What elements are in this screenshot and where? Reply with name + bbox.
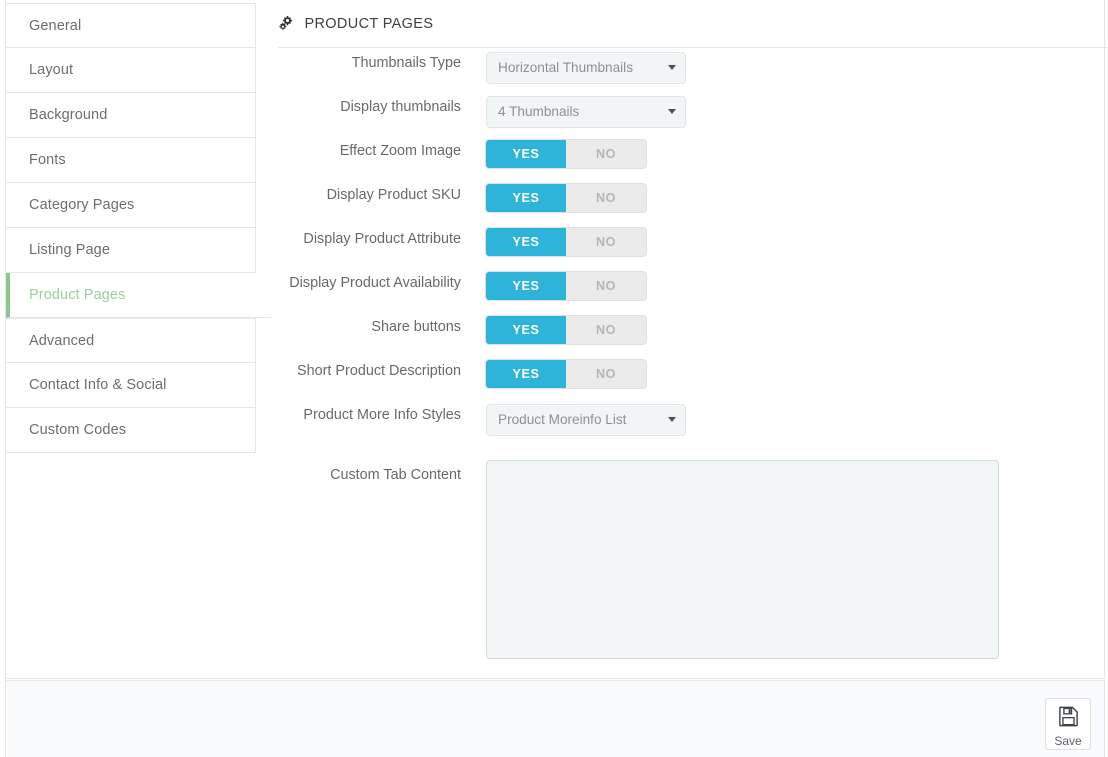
sidebar-item-product-pages[interactable]: Product Pages xyxy=(6,273,271,318)
sidebar-nav-list: General Layout Background Fonts Category Pag… xyxy=(6,3,271,453)
effect-zoom-image-toggle[interactable]: YES NO xyxy=(486,140,646,168)
sidebar-item-listing-page[interactable]: Listing Page xyxy=(6,228,256,273)
sidebar-item-label: Custom Codes xyxy=(29,422,127,438)
sidebar-item-layout[interactable]: Layout xyxy=(6,48,256,93)
display-product-availability-toggle[interactable]: YES NO xyxy=(486,272,646,300)
product-more-info-styles-select[interactable]: Product Moreinfo List xyxy=(486,404,686,436)
sidebar-item-label: Background xyxy=(29,107,108,123)
settings-sidebar: General Layout Background Fonts Category Pag… xyxy=(6,3,271,643)
sidebar-item-contact-info-social[interactable]: Contact Info & Social xyxy=(6,363,256,408)
thumbnails-type-selected-value: Horizontal Thumbnails xyxy=(498,60,633,75)
field-label-product-more-info-styles: Product More Info Styles xyxy=(303,407,461,423)
field-label-short-product-description: Short Product Description xyxy=(297,363,461,379)
share-buttons-toggle-yes[interactable]: YES xyxy=(486,316,566,344)
page-title: PRODUCT PAGES xyxy=(304,16,434,32)
form-row-share-buttons: Share buttons YES NO xyxy=(258,316,1104,360)
field-wrapper-display-product-attribute: YES NO xyxy=(486,228,646,256)
sidebar-item-label: Category Pages xyxy=(29,197,135,213)
form-row-display-thumbnails: Display thumbnails 4 Thumbnails xyxy=(258,96,1104,140)
content-header: PRODUCT PAGES xyxy=(278,15,1108,48)
field-wrapper-display-product-sku: YES NO xyxy=(486,184,646,212)
sidebar-item-label: Product Pages xyxy=(29,287,126,303)
field-label-share-buttons: Share buttons xyxy=(371,319,461,335)
chevron-down-icon xyxy=(668,109,676,114)
chevron-down-icon xyxy=(668,65,676,70)
display-product-sku-toggle-no[interactable]: NO xyxy=(566,184,646,212)
display-product-attribute-toggle-no[interactable]: NO xyxy=(566,228,646,256)
settings-content: PRODUCT PAGES Thumbnails Type Horizontal … xyxy=(258,0,1108,680)
sidebar-item-label: Layout xyxy=(29,62,74,78)
field-wrapper-thumbnails-type: Horizontal Thumbnails xyxy=(486,52,686,84)
field-wrapper-display-thumbnails: 4 Thumbnails xyxy=(486,96,686,128)
sidebar-item-label: Advanced xyxy=(29,333,95,349)
form-row-display-product-attribute: Display Product Attribute YES NO xyxy=(258,228,1104,272)
display-product-sku-toggle[interactable]: YES NO xyxy=(486,184,646,212)
floppy-disk-icon xyxy=(1046,705,1090,733)
sidebar-item-background[interactable]: Background xyxy=(6,93,256,138)
form-row-product-more-info-styles: Product More Info Styles Product Moreinfo… xyxy=(258,404,1104,448)
field-wrapper-share-buttons: YES NO xyxy=(486,316,646,344)
share-buttons-toggle[interactable]: YES NO xyxy=(486,316,646,344)
footer-bar: Save xyxy=(5,680,1105,757)
short-product-description-toggle-no[interactable]: NO xyxy=(566,360,646,388)
cogs-icon xyxy=(278,15,295,31)
chevron-down-icon xyxy=(668,417,676,422)
sidebar-item-custom-codes[interactable]: Custom Codes xyxy=(6,408,256,453)
field-wrapper-short-product-description: YES NO xyxy=(486,360,646,388)
display-thumbnails-selected-value: 4 Thumbnails xyxy=(498,104,580,119)
theme-configurator-page: General Layout Background Fonts Category Pag… xyxy=(0,0,1108,757)
sidebar-item-label: Fonts xyxy=(29,152,66,168)
field-wrapper-effect-zoom-image: YES NO xyxy=(486,140,646,168)
effect-zoom-image-toggle-no[interactable]: NO xyxy=(566,140,646,168)
sidebar-item-general[interactable]: General xyxy=(6,3,256,48)
display-product-sku-toggle-yes[interactable]: YES xyxy=(486,184,566,212)
save-button[interactable]: Save xyxy=(1045,698,1091,750)
short-product-description-toggle-yes[interactable]: YES xyxy=(486,360,566,388)
settings-panel: General Layout Background Fonts Category Pag… xyxy=(5,0,1108,680)
share-buttons-toggle-no[interactable]: NO xyxy=(566,316,646,344)
custom-tab-content-textarea[interactable] xyxy=(486,460,999,659)
form-row-custom-tab-content: Custom Tab Content xyxy=(258,460,1104,680)
field-label-effect-zoom-image: Effect Zoom Image xyxy=(339,143,461,159)
thumbnails-type-select[interactable]: Horizontal Thumbnails xyxy=(486,52,686,84)
display-thumbnails-select[interactable]: 4 Thumbnails xyxy=(486,96,686,128)
sidebar-item-fonts[interactable]: Fonts xyxy=(6,138,256,183)
sidebar-item-advanced[interactable]: Advanced xyxy=(6,318,256,363)
field-label-display-thumbnails: Display thumbnails xyxy=(340,99,461,115)
sidebar-item-label: Listing Page xyxy=(29,242,111,258)
sidebar-item-label: Contact Info & Social xyxy=(29,377,167,393)
field-wrapper-product-more-info-styles: Product Moreinfo List xyxy=(486,404,686,436)
display-product-attribute-toggle[interactable]: YES NO xyxy=(486,228,646,256)
product-more-info-styles-selected-value: Product Moreinfo List xyxy=(498,412,627,427)
settings-form: Thumbnails Type Horizontal Thumbnails Disp… xyxy=(258,52,1104,680)
field-wrapper-display-product-availability: YES NO xyxy=(486,272,646,300)
form-row-short-product-description: Short Product Description YES NO xyxy=(258,360,1104,404)
effect-zoom-image-toggle-yes[interactable]: YES xyxy=(486,140,566,168)
form-row-display-product-availability: Display Product Availability YES NO xyxy=(258,272,1104,316)
display-product-availability-toggle-yes[interactable]: YES xyxy=(486,272,566,300)
field-label-custom-tab-content: Custom Tab Content xyxy=(330,467,461,483)
form-row-display-product-sku: Display Product SKU YES NO xyxy=(258,184,1104,228)
field-label-display-product-attribute: Display Product Attribute xyxy=(303,231,461,247)
field-label-display-product-sku: Display Product SKU xyxy=(326,187,461,203)
sidebar-item-category-pages[interactable]: Category Pages xyxy=(6,183,256,228)
field-label-thumbnails-type: Thumbnails Type xyxy=(351,55,461,71)
display-product-availability-toggle-no[interactable]: NO xyxy=(566,272,646,300)
sidebar-item-label: General xyxy=(29,18,82,34)
save-button-label: Save xyxy=(1054,734,1082,748)
short-product-description-toggle[interactable]: YES NO xyxy=(486,360,646,388)
form-row-thumbnails-type: Thumbnails Type Horizontal Thumbnails xyxy=(258,52,1104,96)
field-label-display-product-availability: Display Product Availability xyxy=(289,275,461,291)
display-product-attribute-toggle-yes[interactable]: YES xyxy=(486,228,566,256)
form-row-effect-zoom-image: Effect Zoom Image YES NO xyxy=(258,140,1104,184)
